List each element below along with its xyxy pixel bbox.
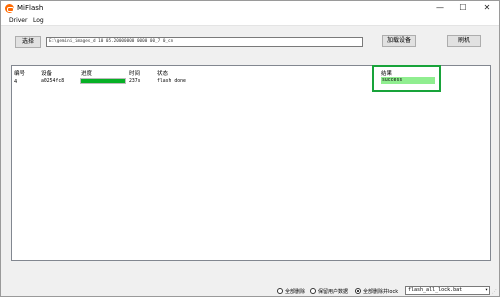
header-id[interactable]: 编号	[14, 69, 25, 77]
header-time[interactable]: 时间	[129, 69, 140, 77]
row-time: 237s	[129, 79, 141, 84]
header-device[interactable]: 设备	[41, 69, 52, 77]
flash-button[interactable]: 刷机	[447, 35, 481, 47]
radio-save-user-data[interactable]	[310, 288, 316, 294]
script-select-value: flash_all_lock.bat	[408, 287, 463, 293]
device-table[interactable]: 编号 设备 进度 时间 状态 结果 4 a0254fc8 237s flash …	[11, 65, 491, 261]
radio-clean-all-lock[interactable]	[355, 288, 361, 294]
mi-logo-icon	[5, 4, 14, 13]
window-title: MiFlash	[17, 4, 44, 12]
maximize-icon[interactable]: ☐	[455, 2, 471, 14]
miflash-window: MiFlash — ☐ ✕ Driver Log 选择 E:\gemini_im…	[0, 0, 500, 297]
resize-grip-icon[interactable]: ⋰	[492, 289, 498, 295]
header-progress[interactable]: 进度	[81, 69, 92, 77]
chevron-down-icon[interactable]: ▾	[485, 287, 488, 294]
rom-path-input[interactable]: E:\gemini_images_d 10 05.20000000 0000 0…	[46, 37, 363, 47]
script-select[interactable]: flash_all_lock.bat ▾	[405, 286, 490, 295]
progress-fill	[81, 79, 125, 83]
menu-driver[interactable]: Driver	[9, 17, 27, 24]
row-progress-bar	[80, 78, 126, 84]
header-status[interactable]: 状态	[157, 69, 168, 77]
menu-bar: Driver Log	[1, 16, 499, 26]
row-device: a0254fc8	[41, 79, 65, 84]
result-highlight-box	[372, 65, 441, 92]
radio-clean-all-label[interactable]: 全部删除	[285, 288, 305, 295]
radio-clean-all-lock-label[interactable]: 全部删除并lock	[363, 288, 398, 295]
radio-clean-all[interactable]	[277, 288, 283, 294]
load-device-button[interactable]: 加载设备	[382, 35, 416, 47]
title-bar: MiFlash — ☐ ✕	[1, 1, 499, 16]
row-status: flash done	[157, 79, 186, 84]
radio-save-user-data-label[interactable]: 保留用户数据	[318, 288, 348, 295]
select-button[interactable]: 选择	[15, 36, 41, 48]
close-icon[interactable]: ✕	[479, 2, 495, 14]
menu-log[interactable]: Log	[33, 17, 44, 24]
bottom-options-bar: 全部删除 保留用户数据 全部删除并lock flash_all_lock.bat…	[1, 284, 499, 297]
row-id: 4	[14, 79, 18, 85]
minimize-icon[interactable]: —	[432, 2, 448, 14]
